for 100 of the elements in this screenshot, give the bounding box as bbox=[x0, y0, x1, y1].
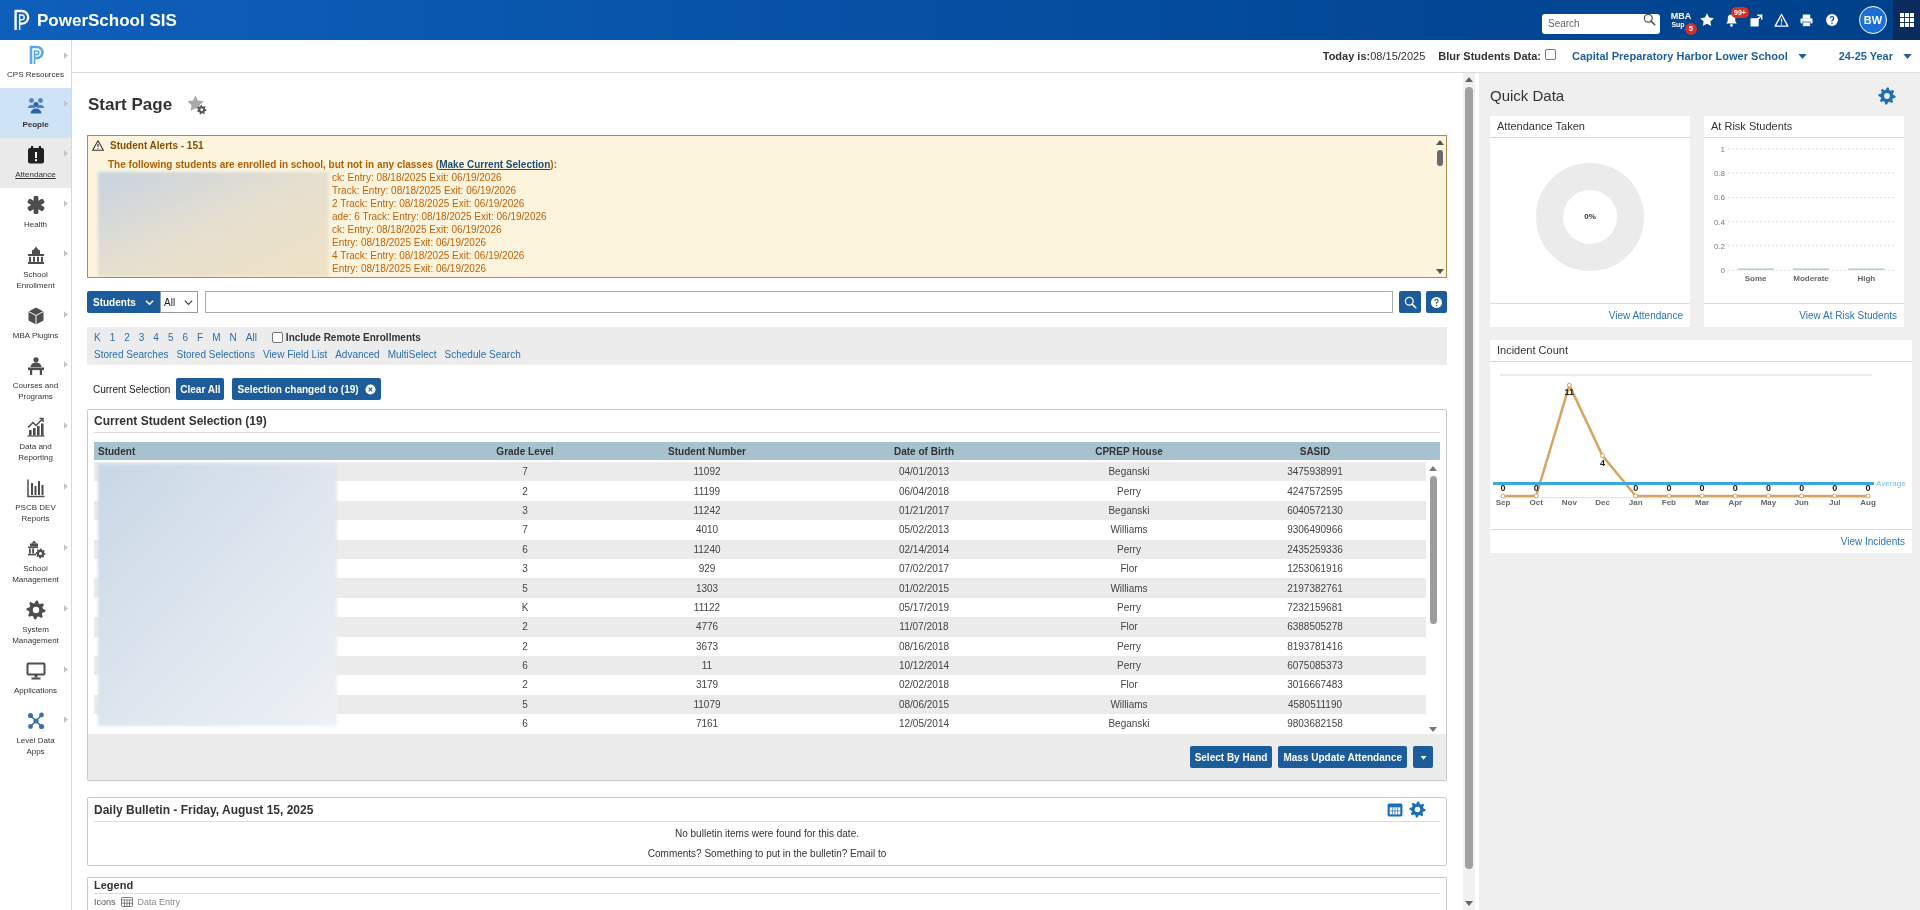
table-cell-text: 4247572595 bbox=[1286, 484, 1344, 499]
apps-button[interactable] bbox=[1893, 0, 1920, 40]
avatar[interactable]: BW bbox=[1859, 6, 1887, 34]
grade-link[interactable]: F bbox=[197, 331, 204, 344]
help-button[interactable] bbox=[1426, 291, 1447, 313]
sidebar-item[interactable]: Attendance bbox=[0, 138, 71, 188]
grade-link[interactable]: N bbox=[229, 331, 237, 344]
grade-link[interactable]: K bbox=[94, 331, 101, 344]
school-selector[interactable]: Capital Preparatory Harbor Lower School bbox=[1571, 47, 1807, 65]
search-link[interactable]: Stored Searches bbox=[94, 348, 169, 361]
table-cell-text: 4580511190 bbox=[1286, 697, 1344, 712]
scrollbar-thumb[interactable] bbox=[1437, 150, 1443, 166]
column-header[interactable]: Grade Level bbox=[430, 443, 620, 459]
column-header[interactable]: CPREP House bbox=[1054, 443, 1204, 459]
grade-link[interactable]: 2 bbox=[124, 331, 130, 344]
column-header[interactable]: SASID bbox=[1204, 443, 1426, 459]
search-field[interactable]: Search bbox=[1542, 13, 1660, 34]
scroll-up-icon[interactable] bbox=[1465, 77, 1473, 82]
grade-link[interactable]: 4 bbox=[153, 331, 159, 344]
selection-chip[interactable]: Selection changed to (19) bbox=[232, 378, 381, 400]
grid-icon[interactable] bbox=[1899, 13, 1914, 27]
search-link[interactable]: Advanced bbox=[335, 348, 380, 361]
checkbox[interactable] bbox=[271, 332, 283, 343]
sidebar-item[interactable]: People bbox=[0, 88, 71, 138]
filter-dropdown[interactable]: All bbox=[160, 291, 198, 313]
printer-icon[interactable] bbox=[1799, 12, 1814, 28]
grade-link[interactable]: 1 bbox=[109, 331, 116, 344]
scroll-up-icon[interactable] bbox=[1429, 466, 1437, 471]
search-link[interactable]: MultiSelect bbox=[387, 348, 437, 361]
table-cell-text: 01/21/2017 bbox=[897, 503, 951, 518]
table-cell-text: Beganski bbox=[1107, 503, 1151, 518]
warning-icon[interactable] bbox=[1774, 12, 1789, 28]
axis-label: Nov bbox=[1561, 498, 1577, 507]
view-link[interactable]: View Attendance bbox=[1608, 308, 1683, 323]
scroll-up-icon[interactable] bbox=[1436, 140, 1444, 145]
table-cell-text: 8193781416 bbox=[1286, 639, 1344, 654]
search-icon[interactable] bbox=[1643, 13, 1656, 26]
data-label: 0 bbox=[1500, 483, 1506, 493]
medical-star-icon bbox=[25, 195, 46, 215]
search-link[interactable]: Schedule Search bbox=[444, 348, 521, 361]
table-cell-text: Flor bbox=[1119, 562, 1139, 577]
cube-icon bbox=[25, 306, 46, 326]
settings-icon[interactable] bbox=[1878, 87, 1896, 105]
legend-label: Icons bbox=[94, 896, 116, 908]
table-cell-text: 2 bbox=[521, 639, 529, 654]
settings-icon[interactable] bbox=[1409, 801, 1426, 818]
more-actions-button[interactable] bbox=[1413, 746, 1433, 768]
table-cell-text: Perry bbox=[1116, 639, 1142, 654]
column-header[interactable]: Student Number bbox=[620, 443, 794, 459]
grade-link[interactable]: 6 bbox=[182, 331, 189, 344]
scrollbar-thumb[interactable] bbox=[1465, 87, 1473, 869]
checkbox[interactable] bbox=[1544, 49, 1556, 60]
calendar-icon[interactable] bbox=[1387, 802, 1403, 817]
scrollbar-thumb[interactable] bbox=[1429, 476, 1437, 624]
star-gear-icon[interactable] bbox=[186, 93, 208, 115]
data-label: 0 bbox=[1732, 483, 1738, 493]
box-arrow-icon[interactable] bbox=[1749, 12, 1764, 28]
table-cell-text: 01/02/2015 bbox=[897, 581, 951, 596]
search-link[interactable]: View Field List bbox=[262, 348, 328, 361]
column-header[interactable]: Date of Birth bbox=[794, 443, 1054, 459]
grade-link[interactable]: 3 bbox=[138, 331, 145, 344]
donut-label: 0% bbox=[1584, 211, 1596, 223]
view-link[interactable]: View At Risk Students bbox=[1799, 308, 1897, 323]
alert-line: ck: Entry: 08/18/2025 Exit: 06/19/2026 bbox=[332, 171, 502, 184]
scope-dropdown[interactable]: Students bbox=[87, 291, 160, 313]
close-icon[interactable] bbox=[364, 383, 376, 395]
gear-icon bbox=[25, 600, 46, 620]
scroll-down-icon[interactable] bbox=[1465, 901, 1473, 906]
p-logo-icon[interactable] bbox=[12, 8, 30, 32]
grade-link[interactable]: 5 bbox=[167, 331, 174, 344]
grade-link[interactable]: M bbox=[212, 331, 221, 344]
table-cell-text: 3016667483 bbox=[1286, 678, 1344, 693]
view-link[interactable]: View Incidents bbox=[1840, 534, 1905, 549]
panel-title: Quick Data bbox=[1490, 85, 1565, 106]
search-input[interactable] bbox=[205, 291, 1393, 313]
data-label: 0 bbox=[1699, 483, 1705, 493]
action-button[interactable]: Select By Hand bbox=[1189, 746, 1273, 768]
search-link[interactable]: Stored Selections bbox=[176, 348, 255, 361]
table-cell-text: 10/12/2014 bbox=[897, 659, 951, 674]
shortcut-label[interactable]: MBA bbox=[1670, 11, 1692, 21]
star-icon[interactable] bbox=[1698, 12, 1715, 28]
clear-all-button[interactable]: Clear All bbox=[176, 378, 225, 400]
column-header[interactable]: Student bbox=[94, 443, 430, 459]
help-icon[interactable] bbox=[1824, 13, 1839, 27]
monitor-icon bbox=[25, 661, 46, 681]
search-button[interactable] bbox=[1399, 291, 1421, 313]
card-title: At Risk Students bbox=[1704, 116, 1904, 138]
table-title: Current Student Selection (19) bbox=[94, 413, 267, 430]
grade-link[interactable]: All bbox=[245, 331, 257, 344]
table-cell-text: 6040572130 bbox=[1286, 503, 1344, 518]
make-selection-link[interactable]: Make Current Selection bbox=[439, 159, 551, 170]
axis-label: 0.4 bbox=[1713, 217, 1725, 227]
scroll-down-icon[interactable] bbox=[1429, 727, 1437, 732]
table-cell-text: 3475938991 bbox=[1286, 465, 1344, 480]
scroll-down-icon[interactable] bbox=[1436, 269, 1444, 274]
app-title[interactable]: PowerSchool SIS bbox=[37, 11, 177, 29]
data-point bbox=[1600, 453, 1606, 459]
year-selector[interactable]: 24-25 Year bbox=[1838, 47, 1912, 65]
data-point bbox=[1633, 493, 1639, 499]
action-button[interactable]: Mass Update Attendance bbox=[1278, 746, 1407, 768]
